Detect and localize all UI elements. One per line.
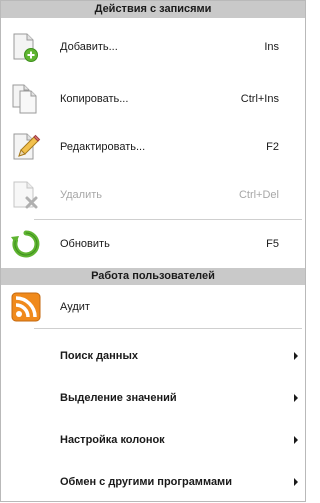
section-header-users: Работа пользователей [1,268,305,285]
menu-item-add-label: Добавить... [60,40,118,53]
chevron-right-icon [294,394,298,402]
rss-icon [10,291,42,323]
delete-document-icon [10,179,42,211]
separator [34,328,302,329]
menu-item-edit[interactable]: Редактировать... F2 [1,123,305,171]
menu-item-add[interactable]: Добавить... Ins [1,18,305,75]
menu-item-delete[interactable]: Удалить Ctrl+Del [1,171,305,219]
menu-item-audit-label: Аудит [60,300,90,313]
refresh-icon [10,228,42,260]
chevron-right-icon [294,478,298,486]
menu-item-edit-label: Редактировать... [60,141,146,153]
chevron-right-icon [294,352,298,360]
context-menu: Действия с записями Добавить... Ins Копи… [0,0,306,502]
menu-item-copy-label: Копировать... [60,93,129,105]
menu-item-refresh-shortcut: F5 [266,238,279,250]
submenu-value-selection-label: Выделение значений [60,392,177,404]
section-header-records: Действия с записями [1,1,305,18]
menu-item-refresh[interactable]: Обновить F5 [1,220,305,268]
menu-item-copy[interactable]: Копировать... Ctrl+Ins [1,75,305,123]
menu-item-add-shortcut: Ins [264,40,279,53]
submenu-exchange-programs[interactable]: Обмен с другими программами [1,461,305,503]
chevron-right-icon [294,436,298,444]
menu-item-delete-label: Удалить [60,189,102,201]
submenu-exchange-programs-label: Обмен с другими программами [60,476,232,488]
submenu-column-settings[interactable]: Настройка колонок [1,419,305,461]
edit-document-icon [10,131,42,163]
submenu-column-settings-label: Настройка колонок [60,434,165,446]
submenu-value-selection[interactable]: Выделение значений [1,377,305,419]
menu-item-copy-shortcut: Ctrl+Ins [240,93,279,105]
menu-item-edit-shortcut: F2 [266,141,279,153]
add-document-icon [10,31,42,63]
copy-documents-icon [10,83,42,115]
submenu-data-search-label: Поиск данных [60,350,138,362]
menu-item-audit[interactable]: Аудит [1,285,305,328]
menu-item-refresh-label: Обновить [60,238,110,250]
menu-item-delete-shortcut: Ctrl+Del [238,189,279,201]
submenu-data-search[interactable]: Поиск данных [1,335,305,377]
